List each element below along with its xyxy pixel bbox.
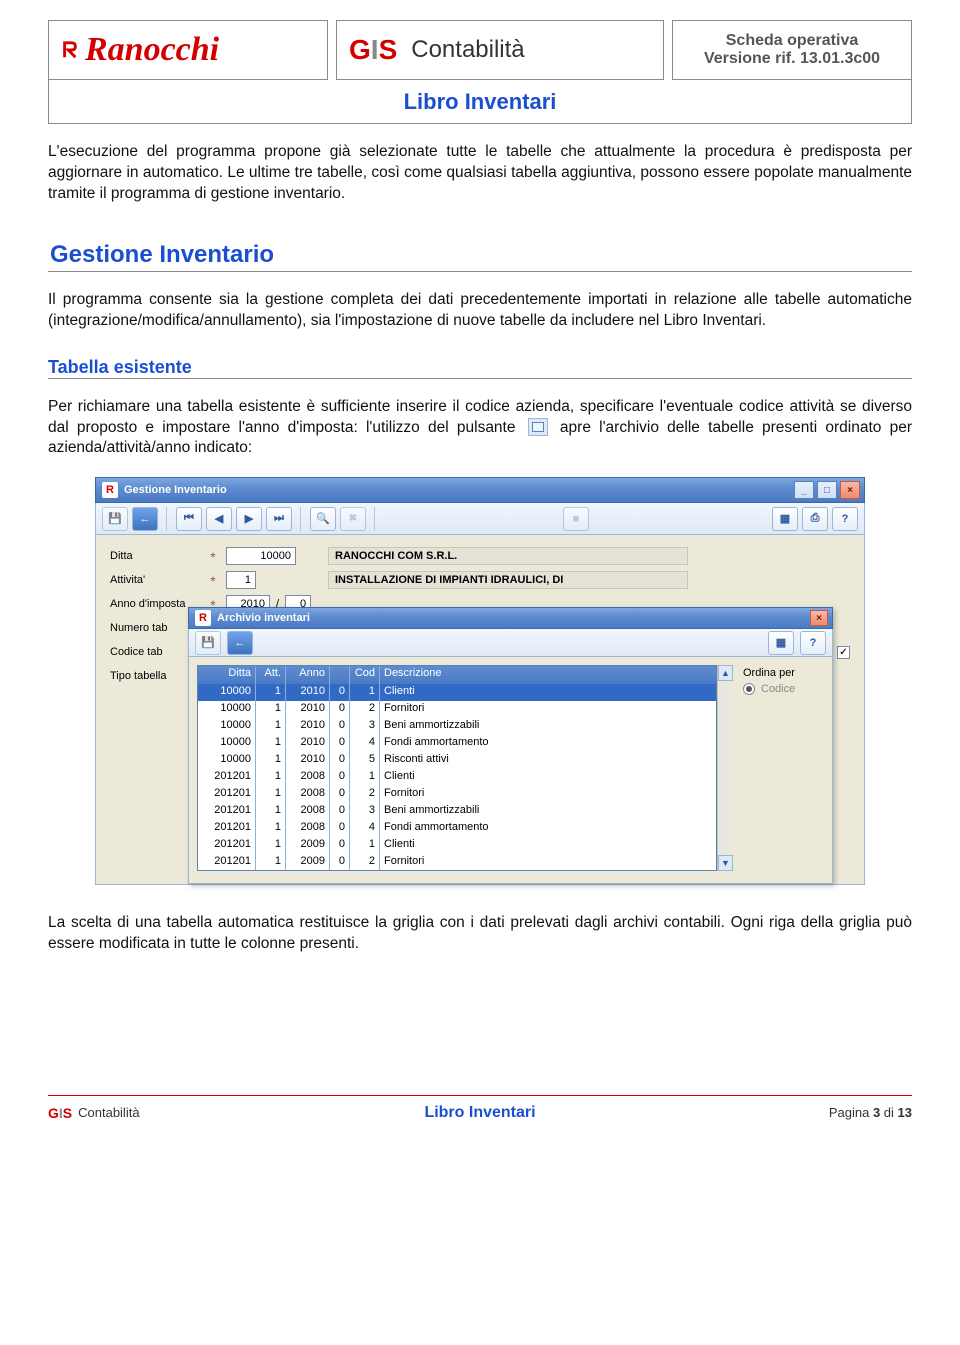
subheading: Tabella esistente: [48, 358, 912, 379]
label-tipo: Tipo tabella: [110, 670, 200, 682]
window-close-button[interactable]: ×: [840, 481, 860, 499]
input-ditta[interactable]: 10000: [226, 547, 296, 565]
print-icon[interactable]: ⎙: [802, 507, 828, 531]
prev-icon[interactable]: ◀: [206, 507, 232, 531]
col-blank: [330, 666, 350, 684]
col-desc: Descrizione: [380, 666, 716, 684]
next-icon[interactable]: ▶: [236, 507, 262, 531]
table-row[interactable]: 2012011200901Clienti: [198, 837, 716, 854]
dialog-help-icon[interactable]: ?: [800, 631, 826, 655]
dialog-back-icon[interactable]: ←: [227, 631, 253, 655]
dialog-archivio-inventari: R Archivio inventari × 💾 ← ▦ ?: [188, 607, 833, 884]
last-icon[interactable]: ⏭: [266, 507, 292, 531]
table-row[interactable]: 2012011200902Fornitori: [198, 854, 716, 870]
grid-header: Ditta Att. Anno Cod Descrizione: [198, 666, 716, 684]
app-name: Contabilità: [411, 38, 524, 62]
footer-right: Pagina 3 di 13: [829, 1105, 912, 1120]
stop-icon[interactable]: ■: [563, 507, 589, 531]
save-icon[interactable]: 💾: [102, 507, 128, 531]
form-area: Ditta * 10000 RANOCCHI COM S.R.L. Attivi…: [95, 535, 865, 885]
table-row[interactable]: 2012011200801Clienti: [198, 769, 716, 786]
footer-page-t: 13: [898, 1105, 912, 1120]
window-maximize-button[interactable]: □: [817, 481, 837, 499]
col-cod: Cod: [350, 666, 380, 684]
footer-gis-logo: GIS: [48, 1106, 72, 1120]
section-paragraph: Il programma consente sia la gestione co…: [48, 290, 912, 332]
table-row[interactable]: 2012011200802Fornitori: [198, 786, 716, 803]
back-icon[interactable]: ←: [132, 507, 158, 531]
table-row[interactable]: 100001201001Clienti: [198, 684, 716, 701]
footer-center: Libro Inventari: [48, 1105, 912, 1121]
brand-name: Ranocchi: [85, 33, 219, 67]
label-ditta: Ditta: [110, 550, 200, 562]
util-icon-1[interactable]: ▦: [772, 507, 798, 531]
scroll-up-icon[interactable]: ▲: [718, 665, 733, 681]
input-attivita[interactable]: 1: [226, 571, 256, 589]
toolbar: 💾 ← ⏮ ◀ ▶ ⏭ 🔍 ✖ ■ ▦ ⎙ ?: [95, 503, 865, 535]
header-meta: Scheda operativa Versione rif. 13.01.3c0…: [672, 20, 912, 80]
gis-logo: GIS: [349, 36, 397, 64]
meta-line-1: Scheda operativa: [673, 32, 911, 50]
order-option-codice[interactable]: Codice: [743, 683, 824, 695]
col-ditta: Ditta: [198, 666, 256, 684]
required-icon: *: [206, 573, 220, 587]
radio-icon: [743, 683, 755, 695]
readout-ditta: RANOCCHI COM S.R.L.: [328, 547, 688, 565]
table-row[interactable]: 2012011200803Beni ammortizzabili: [198, 803, 716, 820]
footer-app: Contabilità: [78, 1105, 139, 1120]
header-row: Ranocchi GIS Contabilità Scheda operativ…: [48, 20, 912, 80]
header-title: Libro Inventari: [48, 80, 912, 124]
table-row[interactable]: 2012011200804Fondi ammortamento: [198, 820, 716, 837]
app-logo-block: GIS Contabilità: [336, 20, 664, 80]
label-codice: Codice tab: [110, 646, 200, 658]
dialog-body: Ditta Att. Anno Cod Descrizione 10000120…: [188, 657, 833, 884]
table-row[interactable]: 100001201003Beni ammortizzabili: [198, 718, 716, 735]
dialog-close-button[interactable]: ×: [810, 610, 828, 626]
delete-icon[interactable]: ✖: [340, 507, 366, 531]
screenshot-gestione-inventario: R Gestione Inventario _ □ × 💾 ← ⏮ ◀ ▶ ⏭ …: [95, 477, 865, 885]
order-option-text: Codice: [761, 683, 795, 695]
label-numero: Numero tab: [110, 622, 200, 634]
scroll-down-icon[interactable]: ▼: [718, 855, 733, 871]
brand-r-icon: [61, 41, 79, 59]
window-titlebar[interactable]: R Gestione Inventario _ □ ×: [95, 477, 865, 503]
checkbox-re[interactable]: ✓: [837, 646, 850, 659]
order-panel: Ordina per Codice: [743, 665, 824, 871]
col-anno: Anno: [286, 666, 330, 684]
table-row[interactable]: 100001201002Fornitori: [198, 701, 716, 718]
dialog-titlebar[interactable]: R Archivio inventari ×: [188, 607, 833, 629]
dialog-title: Archivio inventari: [217, 612, 310, 624]
grid-scrollbar[interactable]: ▲ ▼: [717, 665, 733, 871]
sub-paragraph: Per richiamare una tabella esistente è s…: [48, 397, 912, 460]
archive-icon: [528, 418, 548, 436]
closing-paragraph: La scelta di una tabella automatica rest…: [48, 913, 912, 955]
app-r-icon: R: [102, 482, 118, 498]
dialog-util-icon[interactable]: ▦: [768, 631, 794, 655]
col-att: Att.: [256, 666, 286, 684]
window-title: Gestione Inventario: [124, 484, 227, 496]
label-attivita: Attivita': [110, 574, 200, 586]
first-icon[interactable]: ⏮: [176, 507, 202, 531]
page-footer: GIS Contabilità Libro Inventari Pagina 3…: [48, 1095, 912, 1129]
dialog-toolbar: 💾 ← ▦ ?: [188, 629, 833, 657]
archive-grid[interactable]: Ditta Att. Anno Cod Descrizione 10000120…: [197, 665, 717, 871]
footer-left: GIS Contabilità: [48, 1105, 140, 1120]
readout-attivita: INSTALLAZIONE DI IMPIANTI IDRAULICI, DI: [328, 571, 688, 589]
label-anno: Anno d'imposta: [110, 598, 200, 610]
intro-paragraph: L'esecuzione del programma propone già s…: [48, 142, 912, 205]
help-icon[interactable]: ?: [832, 507, 858, 531]
table-row[interactable]: 100001201004Fondi ammortamento: [198, 735, 716, 752]
footer-page-a: Pagina: [829, 1105, 873, 1120]
table-row[interactable]: 100001201005Risconti attivi: [198, 752, 716, 769]
section-heading: Gestione Inventario: [48, 243, 912, 272]
required-icon: *: [206, 549, 220, 563]
search-icon[interactable]: 🔍: [310, 507, 336, 531]
footer-page-b: di: [880, 1105, 897, 1120]
dialog-save-icon[interactable]: 💾: [195, 631, 221, 655]
brand-logo: Ranocchi: [48, 20, 328, 80]
dialog-r-icon: R: [195, 610, 211, 626]
window-minimize-button[interactable]: _: [794, 481, 814, 499]
meta-line-2: Versione rif. 13.01.3c00: [673, 50, 911, 68]
order-label: Ordina per: [743, 667, 824, 679]
